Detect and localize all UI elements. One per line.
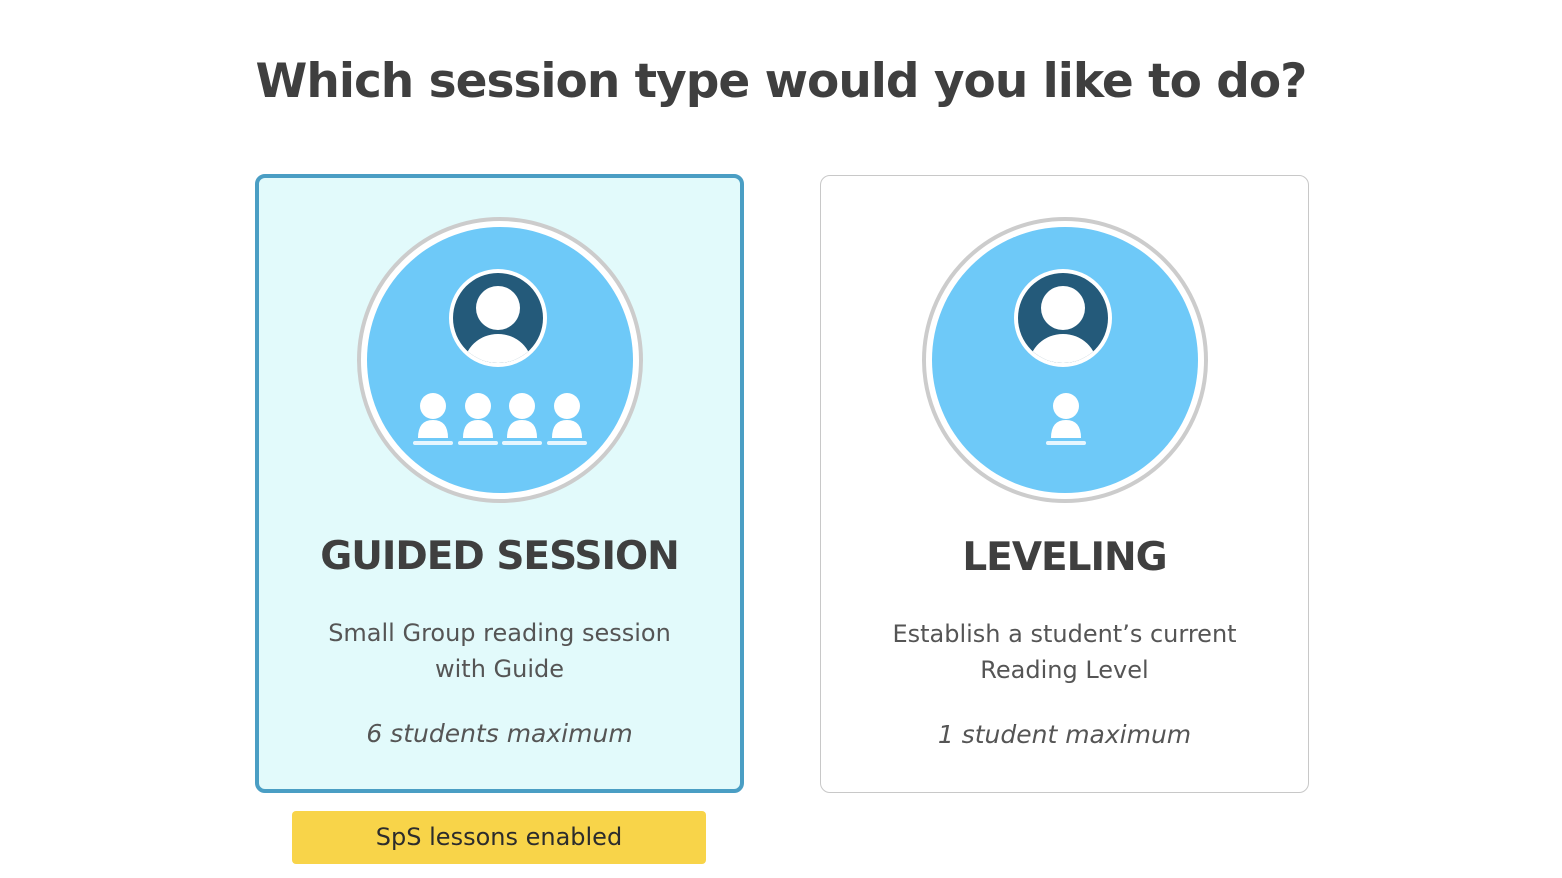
card-title: GUIDED SESSION bbox=[320, 534, 680, 579]
teacher-with-student-icon bbox=[921, 216, 1209, 504]
guided-session-card[interactable]: GUIDED SESSION Small Group reading sessi… bbox=[255, 174, 744, 793]
teacher-with-group-icon bbox=[356, 216, 644, 504]
leveling-card[interactable]: LEVELING Establish a student’s current R… bbox=[820, 175, 1309, 793]
card-description: Small Group reading session with Guide bbox=[328, 619, 671, 683]
card-description: Establish a student’s current Reading Le… bbox=[892, 620, 1237, 684]
card-title: LEVELING bbox=[962, 535, 1167, 580]
card-max-students: 1 student maximum bbox=[937, 720, 1192, 749]
session-type-page: Which session type would you like to do? bbox=[0, 0, 1562, 878]
sps-lessons-badge: SpS lessons enabled bbox=[292, 811, 706, 864]
card-max-students: 6 students maximum bbox=[366, 719, 633, 748]
page-title: Which session type would you like to do? bbox=[255, 54, 1308, 109]
